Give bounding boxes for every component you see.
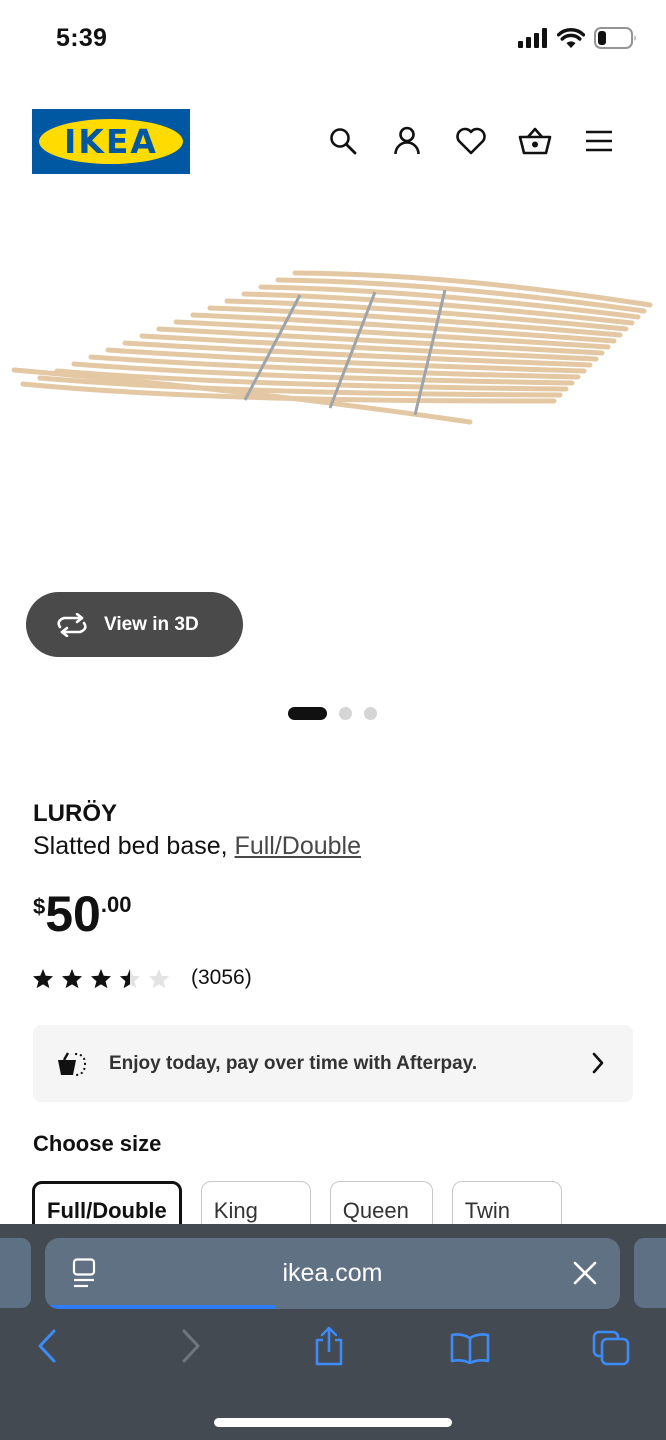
battery-icon xyxy=(594,27,636,49)
pagination-dot[interactable] xyxy=(364,707,377,720)
cart-icon xyxy=(518,127,551,155)
next-tab-preview[interactable] xyxy=(634,1238,666,1308)
browser-toolbar xyxy=(0,1326,666,1378)
search-icon xyxy=(329,128,356,155)
afterpay-basket-icon xyxy=(58,1051,87,1076)
price-currency: $ xyxy=(33,894,46,919)
star-empty-icon xyxy=(148,968,170,988)
choose-size-heading: Choose size xyxy=(33,1131,162,1156)
account-button[interactable] xyxy=(389,122,424,160)
product-name: LURÖY xyxy=(33,800,117,827)
tabs-icon[interactable] xyxy=(592,1330,630,1366)
clock: 5:39 xyxy=(56,24,108,52)
product-size-link[interactable]: Full/Double xyxy=(235,832,361,860)
menu-button[interactable] xyxy=(581,122,616,160)
previous-tab-preview[interactable] xyxy=(0,1238,31,1308)
price-integer: 50 xyxy=(45,886,101,942)
forward-icon[interactable] xyxy=(180,1328,202,1364)
logo-text: IKEA xyxy=(64,122,158,161)
share-icon[interactable] xyxy=(313,1326,345,1366)
view-in-3d-button[interactable]: View in 3D xyxy=(26,592,243,657)
product-image-slatted-bed-base[interactable] xyxy=(0,250,666,460)
ikea-logo[interactable]: IKEA ® xyxy=(32,109,190,174)
cart-button[interactable] xyxy=(517,122,552,160)
afterpay-text: Enjoy today, pay over time with Afterpay… xyxy=(109,1052,478,1074)
star-full-icon xyxy=(32,968,54,988)
pagination-dot-active[interactable] xyxy=(288,707,327,720)
browser-chrome: ikea.com xyxy=(0,1224,666,1440)
review-count: (3056) xyxy=(191,966,252,989)
product-description: Slatted bed base, Full/Double xyxy=(33,832,361,861)
afterpay-banner[interactable]: Enjoy today, pay over time with Afterpay… xyxy=(33,1025,633,1102)
account-icon xyxy=(393,126,420,155)
search-button[interactable] xyxy=(325,122,360,160)
page-load-progress xyxy=(45,1305,275,1309)
heart-icon xyxy=(455,127,486,155)
gallery-pagination xyxy=(288,707,377,720)
product-price: $ 50 .00 xyxy=(33,886,131,942)
menu-icon xyxy=(585,130,612,152)
address-bar[interactable]: ikea.com xyxy=(45,1238,620,1309)
home-indicator[interactable] xyxy=(214,1418,452,1427)
star-half-icon xyxy=(119,968,141,988)
star-full-icon xyxy=(90,968,112,988)
bookmarks-icon[interactable] xyxy=(450,1332,490,1364)
url-text: ikea.com xyxy=(282,1259,383,1287)
signal-icon xyxy=(518,28,547,48)
stop-loading-button[interactable] xyxy=(572,1260,598,1291)
close-icon xyxy=(573,1261,597,1285)
status-icons xyxy=(518,27,638,49)
product-rating[interactable]: (3056) xyxy=(32,966,252,990)
logo-registered-mark: ® xyxy=(175,126,181,133)
site-header: IKEA ® xyxy=(0,100,666,184)
price-decimal: .00 xyxy=(100,892,132,917)
view-in-3d-label: View in 3D xyxy=(104,613,199,635)
back-icon[interactable] xyxy=(36,1328,58,1364)
pagination-dot[interactable] xyxy=(339,707,352,720)
product-description-text: Slatted bed base, xyxy=(33,832,235,860)
rotate-3d-icon xyxy=(57,612,87,637)
header-icons xyxy=(325,122,616,160)
wifi-icon xyxy=(557,27,585,48)
wishlist-button[interactable] xyxy=(453,122,488,160)
chevron-right-icon xyxy=(592,1052,604,1074)
status-bar: 5:39 xyxy=(0,0,666,80)
star-full-icon xyxy=(61,968,83,988)
